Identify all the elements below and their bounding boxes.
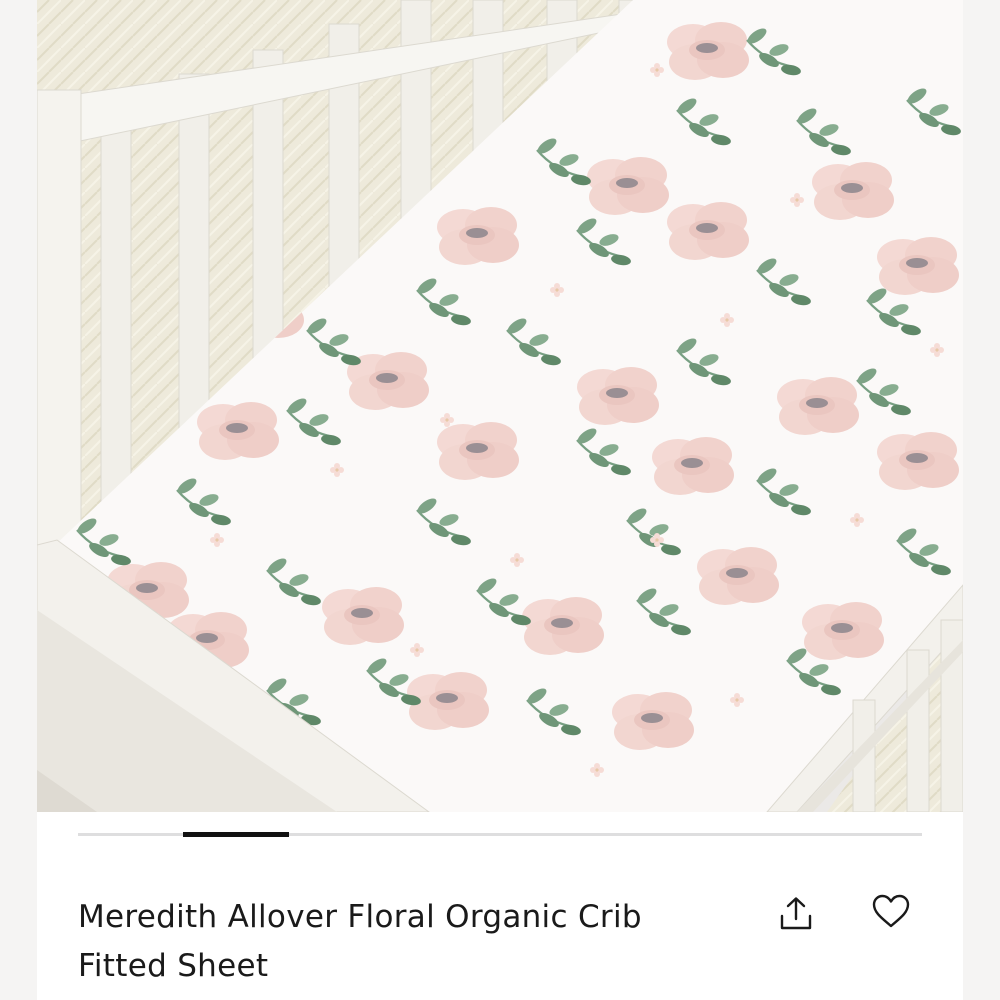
product-card: Meredith Allover Floral Organic Crib Fit… (37, 0, 963, 1000)
share-upload-icon (780, 897, 812, 930)
product-title: Meredith Allover Floral Organic Crib Fit… (78, 899, 642, 984)
carousel-active-indicator (183, 832, 289, 837)
carousel-indicator-track[interactable] (78, 832, 922, 837)
app-root: Meredith Allover Floral Organic Crib Fit… (0, 0, 1000, 1000)
favorite-button[interactable] (869, 890, 913, 934)
share-button[interactable] (774, 892, 818, 936)
product-image[interactable] (37, 0, 963, 812)
heart-outline-icon (872, 894, 910, 928)
